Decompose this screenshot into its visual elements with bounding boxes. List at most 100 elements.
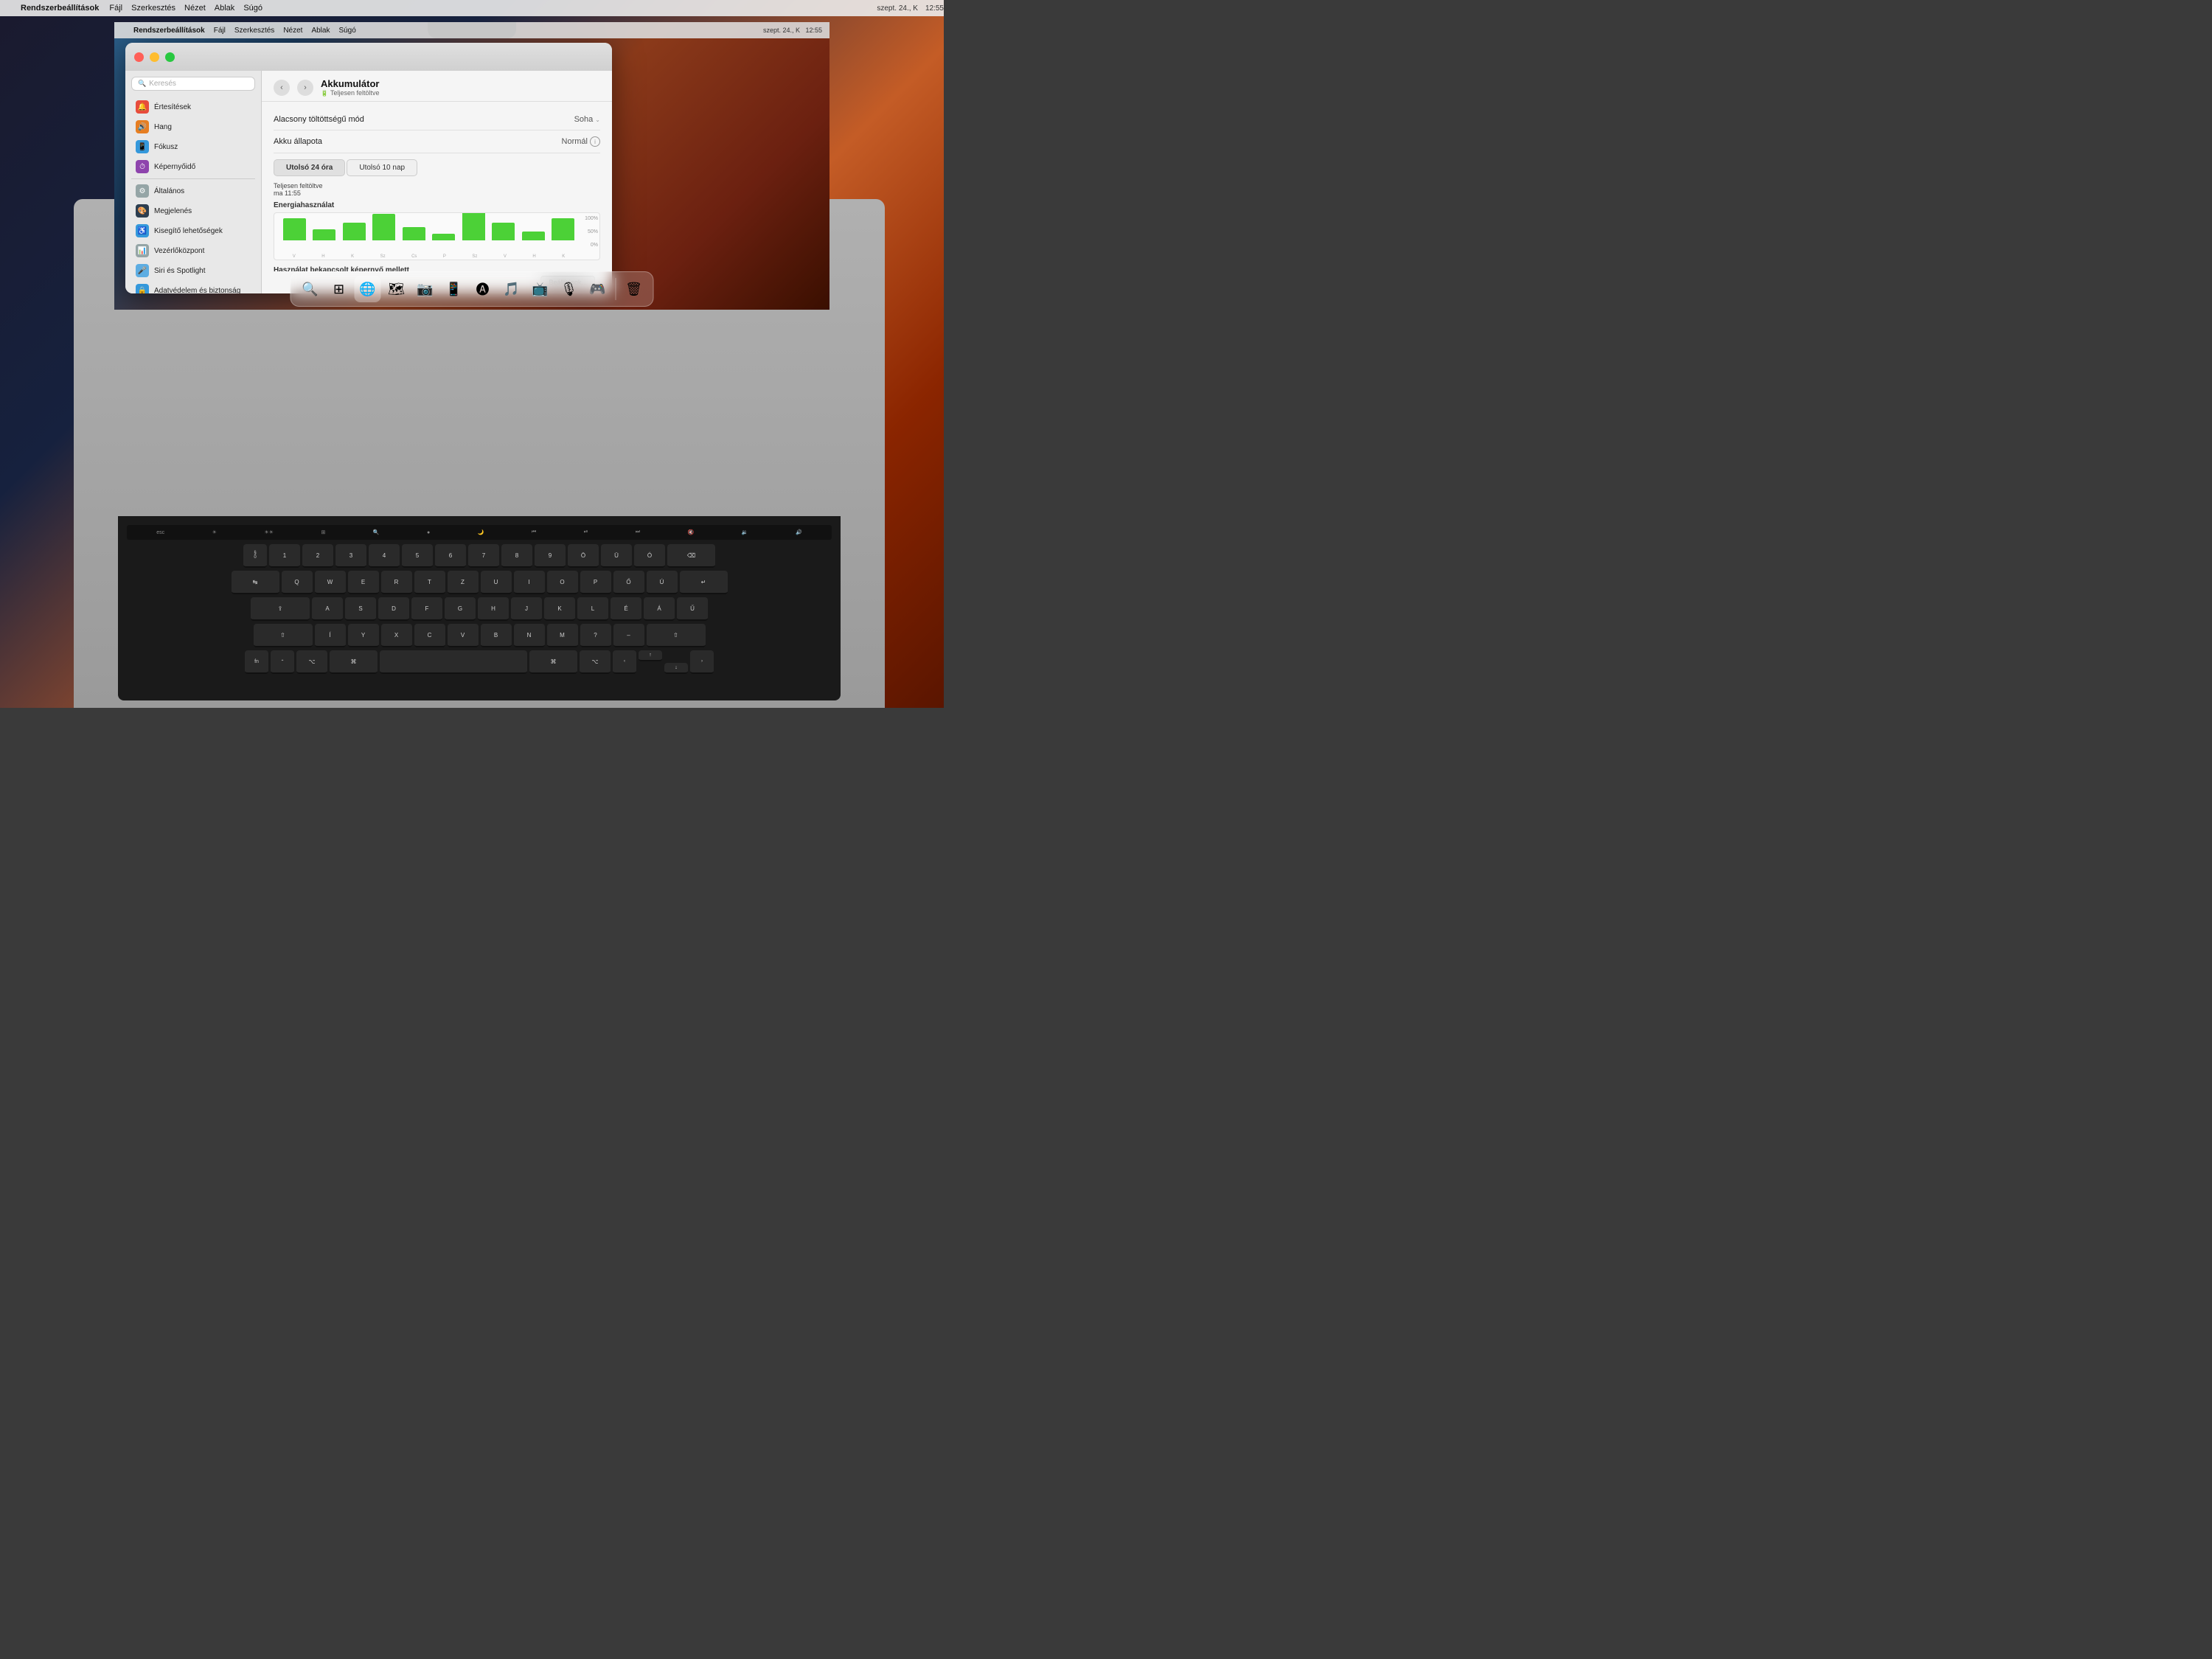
dock-tv[interactable]: 📺 — [527, 276, 554, 302]
key-ctrl[interactable]: ⌃ — [271, 650, 294, 674]
key-1[interactable]: 1 — [269, 544, 300, 568]
sidebar-item-altalanos[interactable]: ⚙ Általános — [128, 181, 258, 201]
sidebar-item-megjelenes[interactable]: 🎨 Megjelenés — [128, 201, 258, 220]
tb-moon[interactable]: 🌙 — [478, 529, 484, 535]
key-option-r[interactable]: ⌥ — [580, 650, 611, 674]
key-a[interactable]: A — [312, 597, 343, 621]
key-9[interactable]: 9 — [535, 544, 566, 568]
sidebar-item-ertesitesek[interactable]: 🔔 Értesítések — [128, 97, 258, 116]
key-o[interactable]: O — [547, 571, 578, 594]
key-6[interactable]: 6 — [435, 544, 466, 568]
key-i[interactable]: I — [514, 571, 545, 594]
dock-music[interactable]: 🎵 — [498, 276, 525, 302]
sidebar-item-kisegito[interactable]: ♿ Kisegítő lehetőségek — [128, 221, 258, 240]
key-y[interactable]: Y — [348, 624, 379, 647]
sidebar-item-fokusz[interactable]: 📱 Fókusz — [128, 137, 258, 156]
forward-button[interactable]: › — [297, 80, 313, 96]
menubar-view[interactable]: Nézet — [180, 4, 210, 13]
screen-app-name[interactable]: Rendszerbeállítások — [129, 27, 209, 35]
key-2[interactable]: 2 — [302, 544, 333, 568]
screen-view[interactable]: Nézet — [279, 27, 307, 35]
key-k[interactable]: K — [544, 597, 575, 621]
tab-10d[interactable]: Utolsó 10 nap — [347, 159, 417, 176]
tb-vol-down[interactable]: 🔉 — [742, 529, 748, 535]
key-fn[interactable]: fn — [245, 650, 268, 674]
key-e[interactable]: E — [348, 571, 379, 594]
dock-trash[interactable]: 🗑 — [621, 276, 647, 302]
key-o-long[interactable]: Ő — [613, 571, 644, 594]
dock-finder[interactable]: 🔍 — [297, 276, 324, 302]
low-power-value[interactable]: Soha ⌄ — [574, 115, 600, 124]
key-return[interactable]: ↵ — [680, 571, 728, 594]
key-up[interactable]: ↑ — [639, 650, 662, 661]
menubar-file[interactable]: Fájl — [105, 4, 127, 13]
dock-appstore[interactable]: 🅐 — [470, 276, 496, 302]
tb-mute[interactable]: 🔇 — [688, 529, 695, 535]
key-7[interactable]: 7 — [468, 544, 499, 568]
key-a-acute[interactable]: Á — [644, 597, 675, 621]
key-b[interactable]: B — [481, 624, 512, 647]
tb-ffwd[interactable]: ⏭ — [636, 529, 640, 535]
tb-brightness-up[interactable]: ☀☀ — [264, 529, 274, 535]
key-option-l[interactable]: ⌥ — [296, 650, 327, 674]
key-section[interactable]: §0 — [243, 544, 267, 568]
tb-rewind[interactable]: ⏮ — [532, 529, 536, 535]
key-3[interactable]: 3 — [335, 544, 366, 568]
key-x[interactable]: X — [381, 624, 412, 647]
key-z[interactable]: Z — [448, 571, 479, 594]
key-o-umlaut[interactable]: Ö — [568, 544, 599, 568]
key-c[interactable]: C — [414, 624, 445, 647]
menubar-app-name[interactable]: Rendszerbeállítások — [15, 4, 105, 13]
sidebar-item-vezerlo[interactable]: 📊 Vezérlőközpont — [128, 241, 258, 260]
key-q[interactable]: Q — [282, 571, 313, 594]
screen-file[interactable]: Fájl — [209, 27, 230, 35]
key-v[interactable]: V — [448, 624, 479, 647]
key-u-acute[interactable]: Ú — [647, 571, 678, 594]
tb-vol-up[interactable]: 🔊 — [796, 529, 802, 535]
tab-24h[interactable]: Utolsó 24 óra — [274, 159, 345, 176]
key-tab[interactable]: ↹ — [232, 571, 279, 594]
key-dash[interactable]: – — [613, 624, 644, 647]
key-space[interactable] — [380, 650, 527, 674]
sidebar-item-adatvedelm[interactable]: 🔒 Adatvédelem és biztonság — [128, 281, 258, 293]
minimize-button[interactable] — [150, 52, 159, 62]
key-cmd-r[interactable]: ⌘ — [529, 650, 577, 674]
tb-siri[interactable]: ● — [427, 530, 430, 535]
key-s[interactable]: S — [345, 597, 376, 621]
screen-help[interactable]: Súgó — [334, 27, 360, 35]
key-u-long[interactable]: Ű — [677, 597, 708, 621]
screen-edit[interactable]: Szerkesztés — [230, 27, 279, 35]
tb-mission[interactable]: ⊞ — [321, 529, 325, 535]
menubar-edit[interactable]: Szerkesztés — [127, 4, 180, 13]
key-4[interactable]: 4 — [369, 544, 400, 568]
sidebar-item-hang[interactable]: 🔊 Hang — [128, 117, 258, 136]
key-8[interactable]: 8 — [501, 544, 532, 568]
key-o-acute[interactable]: Ó — [634, 544, 665, 568]
key-5[interactable]: 5 — [402, 544, 433, 568]
maximize-button[interactable] — [165, 52, 175, 62]
screen-window[interactable]: Ablak — [307, 27, 334, 35]
dock-maps[interactable]: 🗺 — [383, 276, 410, 302]
sidebar-item-siri[interactable]: 🎤 Siri és Spotlight — [128, 261, 258, 280]
info-icon[interactable]: i — [590, 136, 600, 147]
key-n[interactable]: N — [514, 624, 545, 647]
key-h[interactable]: H — [478, 597, 509, 621]
key-t[interactable]: T — [414, 571, 445, 594]
dock-game[interactable]: 🎮 — [585, 276, 611, 302]
key-g[interactable]: G — [445, 597, 476, 621]
tb-esc[interactable]: esc — [156, 530, 164, 535]
tb-playpause[interactable]: ⏯ — [584, 529, 588, 535]
key-u[interactable]: U — [481, 571, 512, 594]
tb-brightness-down[interactable]: ☀ — [212, 529, 217, 535]
key-cmd-l[interactable]: ⌘ — [330, 650, 378, 674]
key-right[interactable]: › — [690, 650, 714, 674]
key-e-acute[interactable]: É — [611, 597, 641, 621]
key-i-acute[interactable]: Í — [315, 624, 346, 647]
key-j[interactable]: J — [511, 597, 542, 621]
menubar-window[interactable]: Ablak — [210, 4, 240, 13]
key-backspace[interactable]: ⌫ — [667, 544, 715, 568]
key-p[interactable]: P — [580, 571, 611, 594]
key-l[interactable]: L — [577, 597, 608, 621]
key-u-umlaut[interactable]: Ü — [601, 544, 632, 568]
dock-podcast[interactable]: 🎙 — [556, 276, 582, 302]
